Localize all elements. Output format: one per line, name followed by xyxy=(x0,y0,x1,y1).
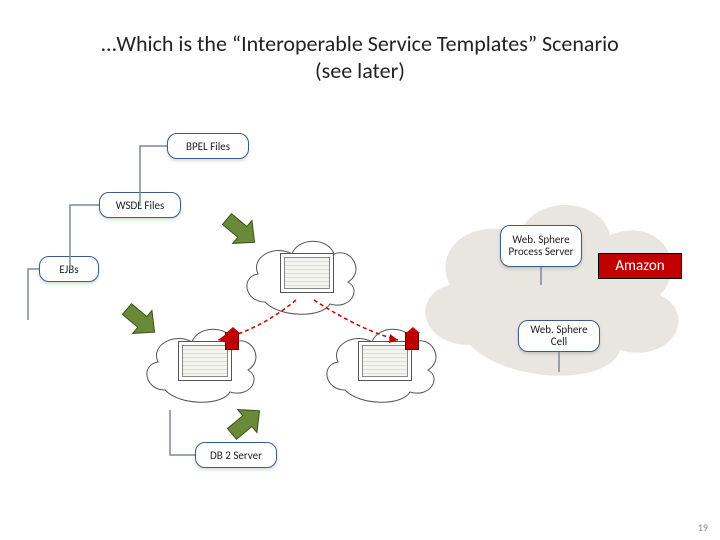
green-arrow-bottom-right-icon xyxy=(220,398,270,448)
wsdl-files-box: WSDL Files xyxy=(99,192,181,218)
slide-title: …Which is the “Interoperable Service Tem… xyxy=(0,0,720,54)
websphere-process-server-box: Web. Sphere Process Server xyxy=(500,225,582,267)
bpel-files-box: BPEL Files xyxy=(167,133,249,159)
websphere-cell-label: Web. Sphere Cell xyxy=(523,324,595,348)
red-marker-left-icon xyxy=(225,332,239,350)
wsdl-files-label: WSDL Files xyxy=(116,199,165,212)
title-line-1: …Which is the “Interoperable Service Tem… xyxy=(0,30,720,57)
ejbs-box: EJBs xyxy=(39,256,99,282)
bpel-files-label: BPEL Files xyxy=(186,140,230,153)
server-bottom-left-icon xyxy=(178,341,232,381)
server-bottom-right-icon xyxy=(358,341,412,381)
amazon-label: Amazon xyxy=(615,257,664,275)
green-arrow-bottom-left-icon xyxy=(115,295,165,345)
page-number: 19 xyxy=(698,521,708,534)
title-line-2: (see later) xyxy=(0,57,720,84)
websphere-process-server-label: Web. Sphere Process Server xyxy=(505,234,577,258)
server-top-icon xyxy=(280,253,334,293)
ejbs-label: EJBs xyxy=(59,263,78,276)
websphere-cell-box: Web. Sphere Cell xyxy=(518,320,600,352)
amazon-box: Amazon xyxy=(598,253,682,279)
cloud-background-icon xyxy=(410,175,690,385)
green-arrow-top-icon xyxy=(215,205,265,255)
red-marker-right-icon xyxy=(405,332,419,350)
db2-server-label: DB 2 Server xyxy=(210,449,262,462)
